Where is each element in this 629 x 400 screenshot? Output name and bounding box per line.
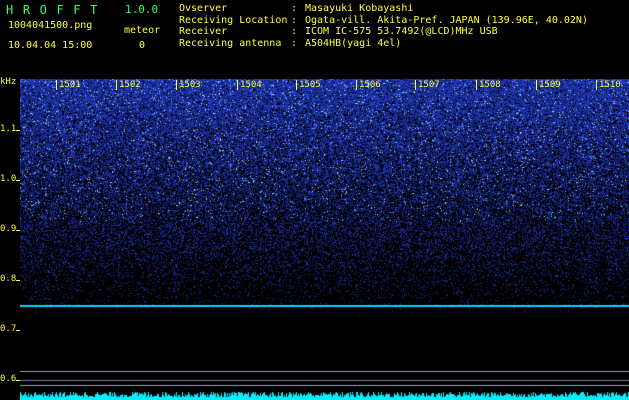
- time-tick-mark: [536, 80, 537, 90]
- time-tick-mark: [176, 80, 177, 90]
- time-tick-mark: [356, 80, 357, 90]
- file-name: 1004041500.png: [8, 20, 93, 31]
- recording-datetime: 10.04.04 15:00: [8, 40, 93, 51]
- time-tick-mark: [237, 80, 238, 90]
- time-tick-1506: 1506: [359, 80, 381, 90]
- time-tick-mark: [116, 80, 117, 90]
- time-tick-mark: [415, 80, 416, 90]
- spectrogram-area: [20, 79, 629, 400]
- y-tick-1.1: 1.1: [0, 124, 17, 134]
- spectrogram-canvas: [20, 79, 629, 400]
- time-tick-1503: 1503: [179, 80, 201, 90]
- y-tick-1.0: 1.0: [0, 174, 17, 184]
- time-tick-1510: 1510: [599, 80, 621, 90]
- app-title: HROFFT: [6, 3, 107, 17]
- info-row-antenna: Receiving antenna: A504HB(yagi 4el): [179, 37, 402, 49]
- time-tick-1509: 1509: [539, 80, 561, 90]
- info-row-receiver: Receiver: ICOM IC-575 53.7492(@LCD)MHz US…: [179, 26, 498, 37]
- y-tick-0.6: 0.6: [0, 374, 17, 384]
- frequency-axis: kHz 1.1 1.0 0.9 0.8 0.7 0.6: [0, 58, 20, 400]
- time-tick-1501: 1501: [59, 80, 81, 90]
- y-tick-0.8: 0.8: [0, 274, 17, 284]
- time-tick-1502: 1502: [119, 80, 141, 90]
- y-tick-0.7: 0.7: [0, 324, 17, 334]
- time-tick-1508: 1508: [479, 80, 501, 90]
- time-tick-mark: [296, 80, 297, 90]
- time-tick-1505: 1505: [299, 80, 321, 90]
- info-row-observer: Ovserver: Masayuki Kobayashi: [179, 3, 414, 14]
- y-unit-label: kHz: [0, 77, 17, 87]
- meteor-label: meteor: [124, 25, 161, 36]
- station-info: Ovserver: Masayuki Kobayashi Receiving Lo…: [179, 3, 588, 49]
- y-tick-0.9: 0.9: [0, 224, 17, 234]
- time-tick-mark: [56, 80, 57, 90]
- time-tick-1504: 1504: [240, 80, 262, 90]
- app-version: 1.0.0: [125, 3, 159, 16]
- info-row-location: Receiving Location: Ogata-vill. Akita-Pre…: [179, 14, 588, 26]
- meteor-count: 0: [139, 40, 146, 51]
- header-panel: HROFFT 1.0.0 1004041500.png 10.04.04 15:…: [0, 0, 629, 58]
- time-tick-1507: 1507: [418, 80, 440, 90]
- time-tick-mark: [476, 80, 477, 90]
- time-tick-mark: [596, 80, 597, 90]
